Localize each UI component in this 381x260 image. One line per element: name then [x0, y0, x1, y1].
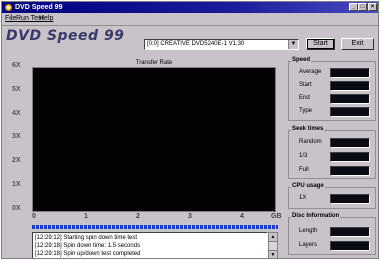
x-tick-label: 4 — [240, 213, 244, 220]
speed-start-value — [330, 81, 370, 91]
toolbar-separator — [2, 25, 378, 26]
main-window: DVD Speed 99 _ □ × File Run Test Help DV… — [1, 1, 379, 259]
disc-layers-value — [330, 241, 370, 251]
group-title: Speed — [291, 57, 312, 63]
row-label: Start — [299, 82, 312, 88]
seek-full-value — [330, 166, 370, 176]
disc-information-group: Disc Information Length Layers — [288, 213, 376, 255]
row-label: 1X — [299, 195, 307, 201]
cpu-1x-value — [330, 194, 370, 204]
scroll-down-icon[interactable]: ▼ — [269, 250, 277, 258]
menu-help[interactable]: Help — [39, 15, 53, 22]
group-title: Seek times — [291, 126, 325, 132]
transfer-rate-plot — [32, 67, 276, 212]
row-label: 1/3 — [299, 153, 308, 159]
row-label: Type — [299, 108, 313, 114]
maximize-icon[interactable]: □ — [358, 3, 367, 11]
menu-bar: File Run Test Help — [2, 14, 378, 24]
title-bar: DVD Speed 99 _ □ × — [2, 2, 378, 13]
app-logo: DVD Speed 99 — [6, 28, 125, 44]
seek-times-group: Seek times Random 1/3 Full — [288, 126, 376, 179]
drive-select-value: [0:0] CREATIVE DVD5240E-1 V1.30 — [147, 41, 245, 47]
y-tick-label: 4X — [12, 110, 21, 117]
log-line: [12:29:12] Starting spin down time test — [35, 235, 138, 241]
start-button[interactable]: Start — [306, 38, 335, 50]
y-tick-label: 3X — [12, 133, 21, 140]
row-label: Random — [299, 139, 322, 145]
y-tick-label: 5X — [12, 86, 21, 93]
group-title: Disc Information — [291, 213, 341, 219]
exit-button[interactable]: Exit — [341, 38, 374, 50]
log-scrollbar[interactable]: ▲ ▼ — [268, 232, 278, 258]
disc-length-value — [330, 227, 370, 237]
row-label: Length — [299, 228, 318, 234]
progress-bar — [32, 225, 278, 229]
y-tick-label: 2X — [12, 157, 21, 164]
speed-type-value — [330, 107, 370, 117]
chevron-down-icon[interactable]: ▼ — [288, 40, 298, 49]
speed-end-value — [330, 94, 370, 104]
row-label: Average — [299, 69, 322, 75]
speed-average-value — [330, 68, 370, 78]
group-title: CPU usage — [291, 183, 325, 189]
window-title: DVD Speed 99 — [15, 4, 63, 11]
row-label: Full — [299, 167, 309, 173]
y-tick-label: 6X — [12, 62, 21, 69]
log-line: [12:29:18] Spin up/down test completed — [35, 251, 141, 257]
x-tick-label: 1 — [84, 213, 88, 220]
menu-file[interactable]: File — [5, 15, 16, 22]
log-line: [12:29:18] Spin down time: 1.5 seconds — [35, 243, 141, 249]
x-tick-label: 3 — [188, 213, 192, 220]
dvd-app-icon — [5, 4, 12, 11]
scroll-up-icon[interactable]: ▲ — [269, 233, 277, 242]
y-tick-label: 1X — [12, 181, 21, 188]
x-tick-label: 0 — [32, 213, 36, 220]
seek-random-value — [330, 138, 370, 148]
drive-select[interactable]: [0:0] CREATIVE DVD5240E-1 V1.30 ▼ — [144, 39, 299, 50]
x-tick-label: 2 — [136, 213, 140, 220]
speed-group: Speed Average Start End Type — [288, 57, 376, 121]
chart-title: Transfer Rate — [135, 60, 173, 66]
close-icon[interactable]: × — [368, 3, 377, 11]
minimize-icon[interactable]: _ — [349, 3, 358, 11]
log-box[interactable]: [12:29:12] Starting spin down time test … — [32, 232, 268, 258]
y-tick-label: 0X — [12, 205, 21, 212]
seek-third-value — [330, 152, 370, 162]
x-axis-unit: GB — [271, 213, 282, 220]
row-label: Layers — [299, 242, 318, 248]
cpu-usage-group: CPU usage 1X — [288, 183, 376, 209]
row-label: End — [299, 95, 310, 101]
